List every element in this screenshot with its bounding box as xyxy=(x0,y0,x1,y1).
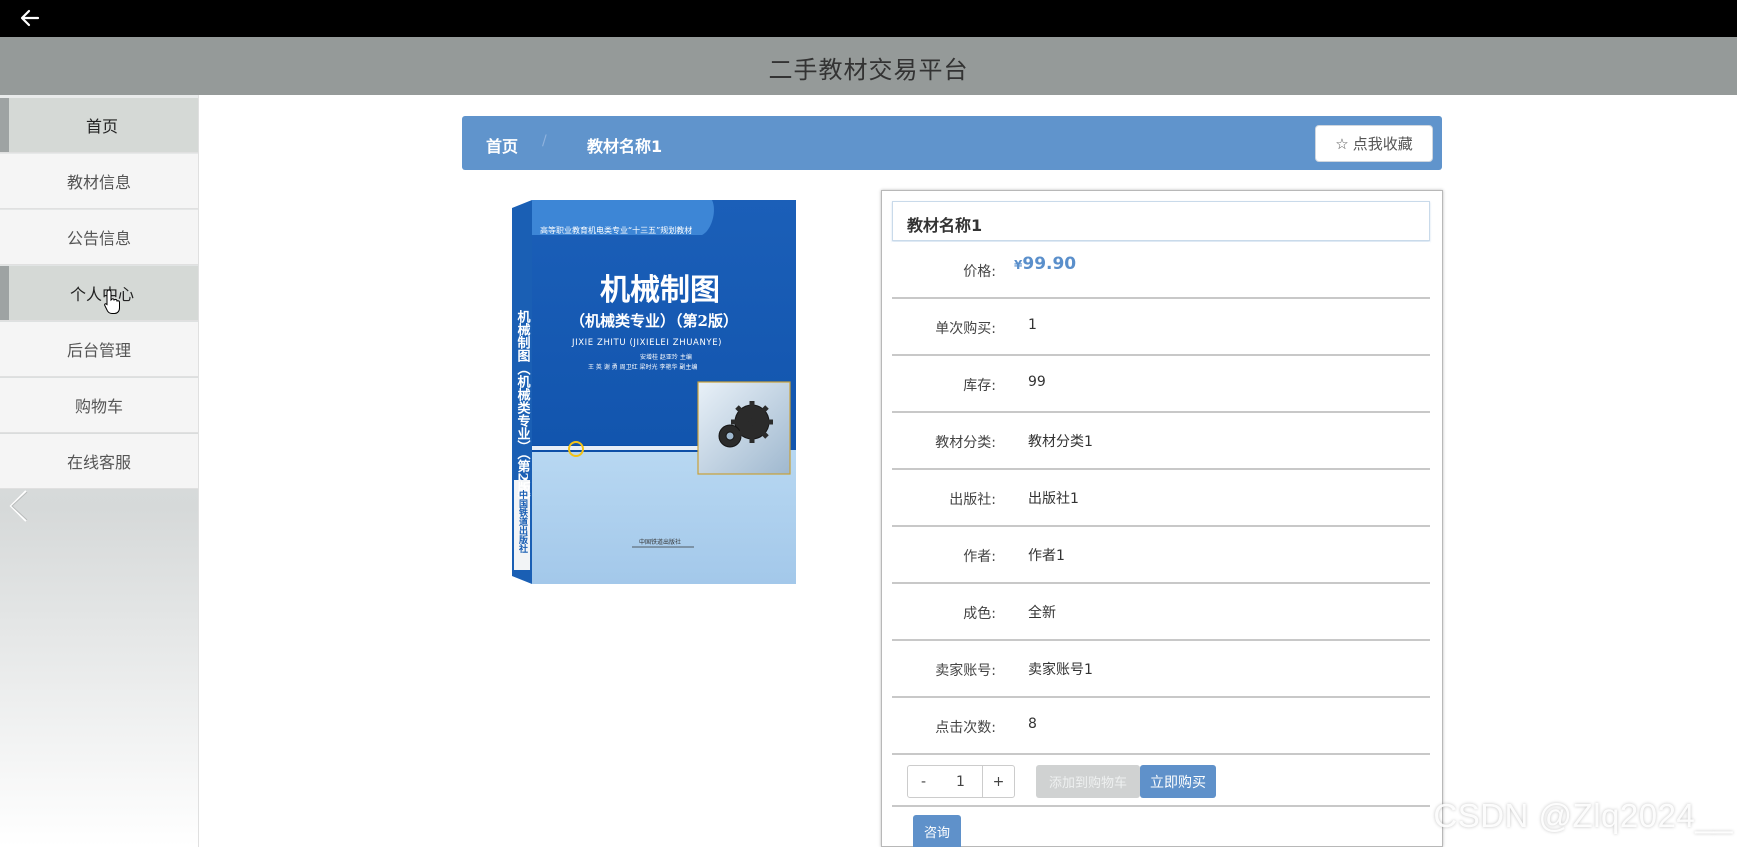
breadcrumb: 首页 / 教材名称1 ☆ 点我收藏 xyxy=(462,116,1442,170)
detail-row-publisher: 出版社: 出版社1 xyxy=(892,470,1430,527)
sidebar-item-label: 后台管理 xyxy=(66,341,131,360)
site-title: 二手教材交易平台 xyxy=(768,56,969,84)
sidebar-item-admin[interactable]: 后台管理 xyxy=(0,322,198,377)
sidebar-item-cart[interactable]: 购物车 xyxy=(0,378,198,433)
favorite-label: 点我收藏 xyxy=(1352,135,1413,153)
row-label: 成色: xyxy=(963,606,996,622)
book-subtitle: （机械类专业）（第2版） xyxy=(570,312,738,330)
row-label: 点击次数: xyxy=(935,720,996,736)
divider xyxy=(892,805,1430,807)
row-value: 出版社1 xyxy=(1028,491,1079,507)
top-bar xyxy=(0,0,1737,37)
detail-row-condition: 成色: 全新 xyxy=(892,584,1430,641)
buy-now-button[interactable]: 立即购买 xyxy=(1140,765,1216,798)
row-label: 作者: xyxy=(963,549,996,565)
watermark: CSDN @Zlq2024__ xyxy=(1433,797,1733,834)
add-to-cart-button[interactable]: 添加到购物车 xyxy=(1036,765,1140,798)
row-value: 8 xyxy=(1028,716,1037,732)
star-outline-icon: ☆ xyxy=(1335,134,1349,153)
price-value: ¥99.90 xyxy=(1014,254,1076,274)
detail-row-clicks: 点击次数: 8 xyxy=(892,698,1430,755)
active-marker xyxy=(0,98,9,152)
sidebar-item-label: 在线客服 xyxy=(66,453,131,472)
sidebar-item-textbooks[interactable]: 教材信息 xyxy=(0,154,198,209)
sidebar-item-label: 教材信息 xyxy=(66,173,131,192)
favorite-button[interactable]: ☆ 点我收藏 xyxy=(1315,125,1433,162)
row-label: 出版社: xyxy=(949,492,996,508)
chevron-left-icon[interactable] xyxy=(8,489,30,523)
row-label: 库存: xyxy=(963,378,996,394)
book-spine-title: 机械制图（机械类专业）（第2版） xyxy=(515,309,532,507)
book-publisher: 中国铁道出版社 xyxy=(639,538,681,546)
quantity-increase-button[interactable]: + xyxy=(982,765,1015,798)
panel-title: 教材名称1 xyxy=(892,201,1430,241)
sidebar-item-notices[interactable]: 公告信息 xyxy=(0,210,198,265)
book-pinyin: JIXIE ZHITU (JIXIELEI ZHUANYE) xyxy=(571,338,722,348)
row-value: 全新 xyxy=(1028,605,1056,621)
price-row: 价格: ¥99.90 xyxy=(892,242,1430,299)
row-label: 教材分类: xyxy=(935,435,996,451)
quantity-decrease-button[interactable]: - xyxy=(907,765,940,798)
active-marker xyxy=(0,266,9,320)
back-arrow-icon[interactable] xyxy=(18,6,42,30)
sidebar-item-personal-center[interactable]: 个人中心 xyxy=(0,266,198,321)
title-bar: 二手教材交易平台 xyxy=(0,37,1737,95)
book-spine-publisher: 中国铁道出版社 xyxy=(517,489,529,554)
row-value: 教材分类1 xyxy=(1028,434,1093,450)
detail-row-category: 教材分类: 教材分类1 xyxy=(892,413,1430,470)
sidebar: 首页 教材信息 公告信息 个人中心 后台管理 购物车 在线客服 xyxy=(0,95,199,847)
price-amount: 99.90 xyxy=(1022,254,1077,274)
book-assoc-editors: 王 英 谢 勇 周卫红 梁时光 李艳华 副主编 xyxy=(588,363,697,371)
row-value: 1 xyxy=(1028,317,1037,333)
row-value: 99 xyxy=(1028,374,1046,390)
book-series: 高等职业教育机电类专业“十三五”规划教材 xyxy=(540,225,692,235)
row-value: 卖家账号1 xyxy=(1028,662,1093,678)
book-cover-image: 高等职业教育机电类专业“十三五”规划教材 机械制图 （机械类专业）（第2版） J… xyxy=(512,200,796,584)
sidebar-item-label: 购物车 xyxy=(74,397,123,416)
breadcrumb-current: 教材名称1 xyxy=(587,137,663,156)
row-label: 单次购买: xyxy=(935,321,996,337)
detail-row-seller: 卖家账号: 卖家账号1 xyxy=(892,641,1430,698)
sidebar-item-label: 首页 xyxy=(85,117,118,136)
book-title: 机械制图 xyxy=(600,273,720,308)
detail-panel: 教材名称1 价格: ¥99.90 单次购买: 1 库存: 99 教材分类: 教材… xyxy=(881,190,1443,847)
detail-row-stock: 库存: 99 xyxy=(892,356,1430,413)
breadcrumb-separator: / xyxy=(542,133,547,149)
sidebar-item-label: 个人中心 xyxy=(69,285,134,304)
sidebar-item-label: 公告信息 xyxy=(66,229,131,248)
purchase-controls: - + 添加到购物车 立即购买 xyxy=(892,757,1430,803)
row-value: 作者1 xyxy=(1028,548,1065,564)
breadcrumb-home-link[interactable]: 首页 xyxy=(486,133,518,157)
row-label: 卖家账号: xyxy=(935,663,996,679)
quantity-input[interactable] xyxy=(939,765,982,798)
sidebar-item-home[interactable]: 首页 xyxy=(0,98,198,153)
price-label: 价格: xyxy=(963,264,996,280)
sidebar-item-customer-service[interactable]: 在线客服 xyxy=(0,434,198,489)
consult-button[interactable]: 咨询 xyxy=(913,815,961,847)
book-editors: 安增桂 赵亚玲 主编 xyxy=(640,353,692,361)
detail-row-author: 作者: 作者1 xyxy=(892,527,1430,584)
detail-row-single-purchase: 单次购买: 1 xyxy=(892,299,1430,356)
